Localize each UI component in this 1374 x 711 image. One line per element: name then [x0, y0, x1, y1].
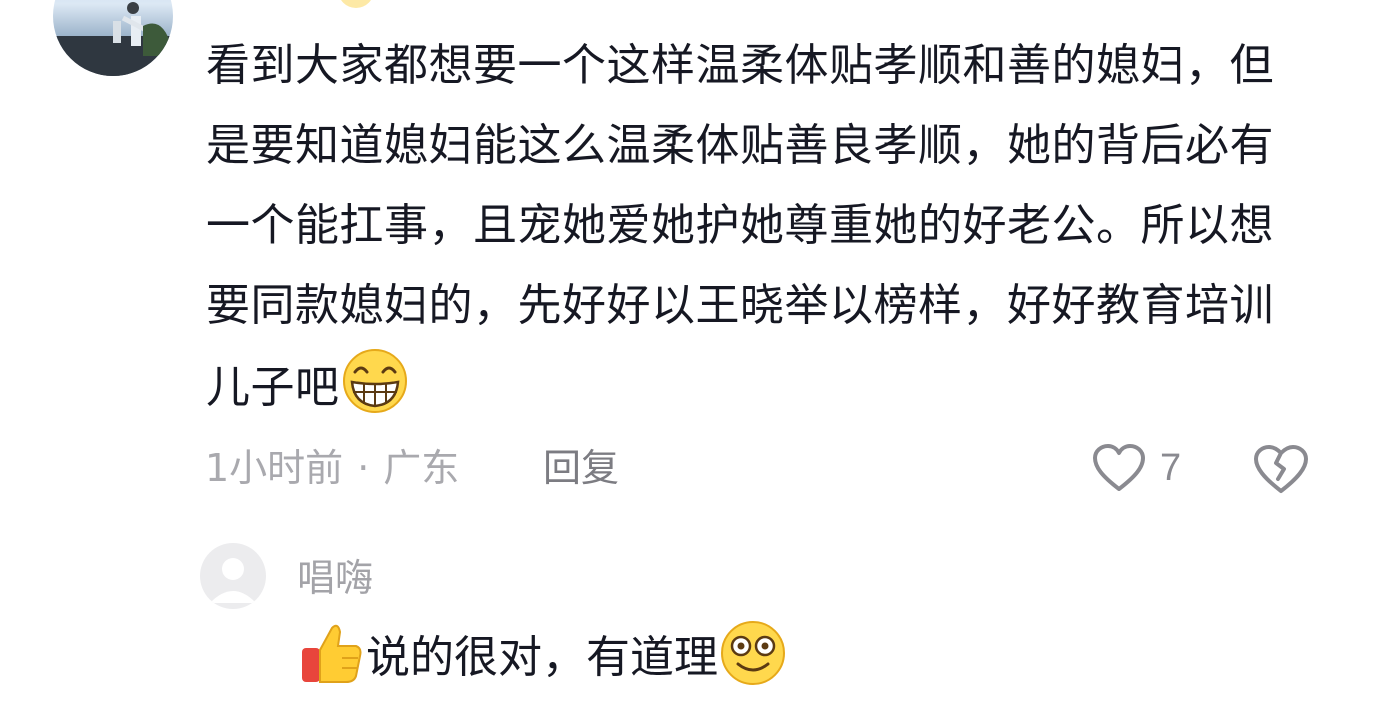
reply-avatar[interactable] — [200, 543, 266, 609]
comment-location: 广东 — [383, 446, 460, 490]
broken-heart-icon[interactable] — [1253, 443, 1309, 495]
commenter-avatar[interactable] — [53, 0, 173, 76]
grinning-face-emoji-icon — [342, 349, 407, 413]
dizzy-smile-emoji-icon — [721, 621, 785, 685]
reply-body: 说的很对，有道理 — [296, 618, 788, 698]
comment-meta: 1小时前 · 广东 — [205, 440, 459, 496]
meta-separator: · — [357, 446, 370, 490]
heart-outline-icon[interactable] — [1092, 443, 1146, 493]
comment-body: 看到大家都想要一个这样温柔体贴孝顺和善的媳妇，但是要知道媳妇能这么温柔体贴善良孝… — [206, 26, 1316, 428]
comment-thread: 看到大家都想要一个这样温柔体贴孝顺和善的媳妇，但是要知道媳妇能这么温柔体贴善良孝… — [0, 0, 1374, 711]
reply-text: 说的很对，有道理 — [366, 632, 718, 683]
partial-emoji-icon — [341, 0, 371, 8]
reply-button[interactable]: 回复 — [543, 440, 619, 496]
like-button[interactable]: 7 — [1092, 440, 1181, 496]
reply-username[interactable]: 唱嗨 — [297, 550, 373, 606]
comment-time: 1小时前 — [205, 446, 344, 490]
like-count: 7 — [1160, 446, 1182, 489]
thumbs-up-emoji-icon — [302, 624, 362, 683]
